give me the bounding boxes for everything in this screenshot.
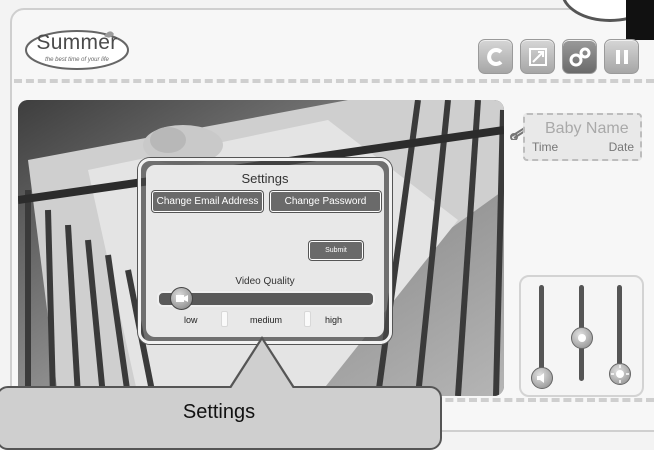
quality-medium[interactable]: medium	[250, 315, 282, 325]
settings-callout: Settings	[0, 386, 442, 450]
sun-small-icon	[578, 334, 586, 342]
baby-name: Baby Name	[545, 120, 629, 137]
callout-title: Settings	[182, 401, 256, 423]
corner-black-tab	[626, 0, 654, 40]
power-icon	[615, 49, 628, 64]
quality-low[interactable]: low	[184, 315, 198, 325]
settings-button[interactable]	[562, 39, 597, 74]
bottom-divider	[410, 398, 654, 402]
settings-title: Settings	[241, 171, 289, 186]
video-quality-knob[interactable]	[170, 287, 193, 310]
camera-icon	[176, 295, 188, 302]
fullscreen-button[interactable]	[520, 39, 555, 74]
controls-panel	[519, 275, 644, 397]
header-divider	[14, 79, 654, 83]
callout-pointer-fill	[230, 340, 294, 390]
power-button[interactable]	[604, 39, 639, 74]
refresh-button[interactable]	[478, 39, 513, 74]
refresh-icon	[486, 47, 502, 66]
logo-tagline: the best time of your life	[45, 57, 109, 63]
logo-text: Summer	[36, 31, 118, 54]
gears-icon	[569, 47, 590, 66]
summer-logo: Summer the best time of your life	[24, 30, 130, 72]
submit-button[interactable]: Submit	[309, 241, 363, 260]
baby-name-tag: Baby Name Time Date	[523, 113, 642, 161]
volume-slider-knob[interactable]	[531, 367, 553, 389]
video-quality-label: Video Quality	[235, 276, 295, 287]
sun-icon	[611, 365, 629, 383]
contrast-slider-knob[interactable]	[571, 327, 593, 349]
time-label: Time	[532, 140, 559, 154]
change-email-button[interactable]: Change Email Address	[152, 191, 263, 212]
settings-panel: Settings Change Email Address Change Pas…	[146, 165, 384, 337]
quality-tick	[304, 311, 311, 327]
change-password-button[interactable]: Change Password	[270, 191, 381, 212]
settings-popup: Settings Change Email Address Change Pas…	[138, 158, 392, 344]
date-label: Date	[608, 140, 634, 154]
expand-icon	[528, 47, 547, 66]
speaker-icon	[537, 373, 544, 383]
quality-tick	[221, 311, 228, 327]
quality-high[interactable]: high	[325, 315, 342, 325]
brightness-slider-knob[interactable]	[609, 363, 631, 385]
